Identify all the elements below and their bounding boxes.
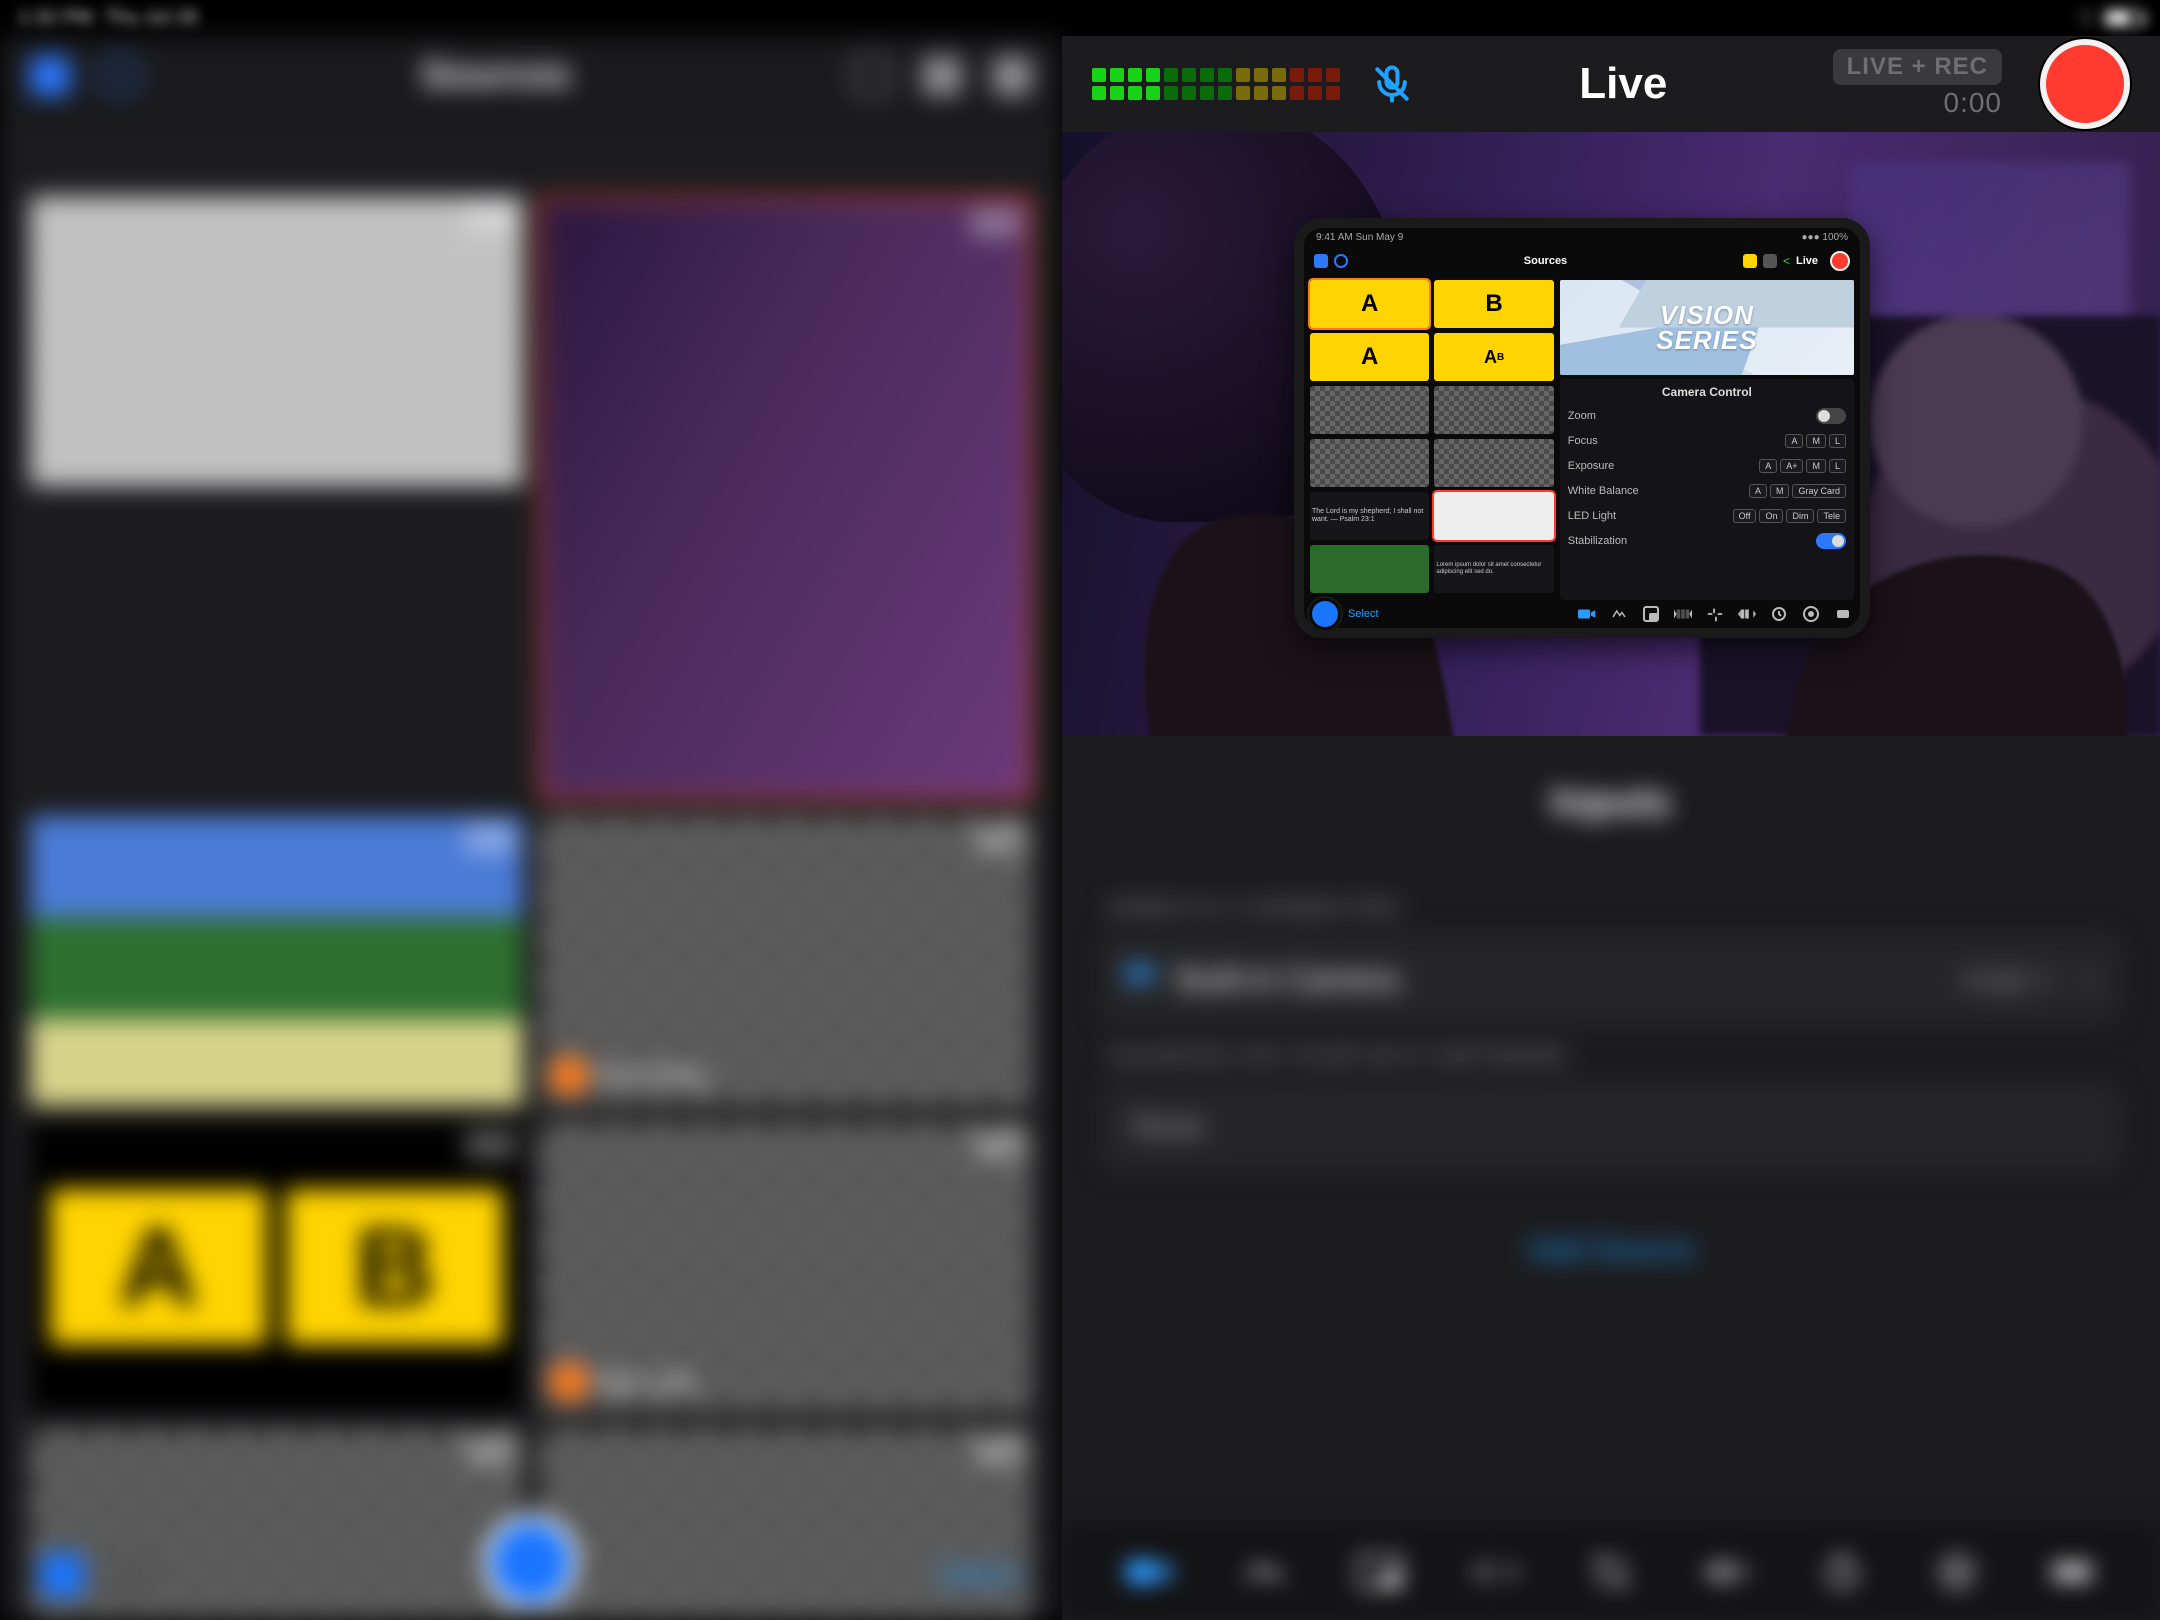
mini-fab-icon [1312, 601, 1338, 627]
tab-crop-icon[interactable] [1587, 1550, 1635, 1594]
layout-icon [1743, 254, 1757, 268]
mic-muted-icon[interactable] [1370, 62, 1414, 106]
add-source-button[interactable]: Add Source [1102, 1231, 2120, 1268]
sources-title: Sources [140, 54, 852, 97]
check-icon [1763, 254, 1777, 268]
tab-levels-icon[interactable] [1241, 1550, 1289, 1594]
check-icon[interactable] [922, 56, 962, 96]
live-rec-chip: LIVE + REC [1833, 49, 2002, 85]
ios-status-bar: 1:32 PM Thu Jul 28 􀙇 [0, 0, 2160, 36]
menu-icon[interactable] [30, 56, 70, 96]
source-thumb[interactable]: A B [30, 1122, 523, 1412]
sources-pane: Sources Pro Pres A B My Link [0, 36, 1062, 1620]
status-time: 1:32 PM [18, 7, 92, 30]
toggle [1816, 533, 1846, 549]
view-grid-icon[interactable] [40, 1553, 84, 1597]
source-thumb[interactable] [30, 196, 523, 486]
wifi-icon: 􀙇 [2079, 7, 2094, 30]
tab-transition-icon[interactable] [1472, 1550, 1520, 1594]
add-source-fab[interactable] [483, 1514, 579, 1610]
inputs-panel: Inputs DIRECTLY CONNECTED Built-in Camer… [1062, 736, 2160, 1524]
tab-pip-icon[interactable] [1356, 1550, 1404, 1594]
source-thumb[interactable] [539, 196, 1032, 800]
live-title: Live [1444, 59, 1803, 109]
source-thumb[interactable] [30, 816, 523, 1106]
camera-icon [1126, 963, 1158, 995]
audio-vu-meter [1092, 68, 1340, 100]
live-pane: Live LIVE + REC 0:00 9:41 AM Sun May 9 ●… [1062, 36, 2160, 1620]
control-tabbar [1062, 1524, 2160, 1620]
tab-display-icon[interactable] [2048, 1550, 2096, 1594]
toggle [1816, 408, 1846, 424]
status-date: Thu Jul 28 [104, 7, 197, 30]
ipad-in-preview: 9:41 AM Sun May 9 ●●● 100% Sources < Liv… [1294, 218, 1870, 638]
section-local: DIRECTLY CONNECTED [1108, 895, 2114, 923]
inputs-title: Inputs [1102, 780, 2120, 825]
view-list-icon[interactable] [108, 1553, 152, 1597]
live-preview: 9:41 AM Sun May 9 ●●● 100% Sources < Liv… [1062, 132, 2160, 736]
camera-icon [1578, 606, 1596, 622]
select-button[interactable]: Select [939, 1558, 1022, 1592]
share-icon[interactable] [992, 56, 1032, 96]
tab-camera-icon[interactable] [1126, 1550, 1174, 1594]
tab-target-icon[interactable] [1933, 1550, 1981, 1594]
source-thumb[interactable]: Pro Pres [539, 816, 1032, 1106]
layout-icon[interactable] [852, 56, 892, 96]
menu-icon [1314, 254, 1328, 268]
none-row: None [1102, 1083, 2120, 1171]
tab-timer-icon[interactable] [1818, 1550, 1866, 1594]
info-icon [1334, 254, 1348, 268]
rec-timer: 0:00 [1944, 87, 2003, 119]
battery-icon [2104, 9, 2142, 27]
info-icon[interactable] [100, 56, 140, 96]
builtin-camera-row[interactable]: Built-in Camera Angle 1 › [1102, 935, 2120, 1023]
section-network: SOURCES ON YOUR WI-FI NETWORK [1108, 1043, 2114, 1071]
chevron-right-icon: › [2086, 962, 2096, 996]
tab-stretch-icon[interactable] [1702, 1550, 1750, 1594]
source-thumb[interactable]: My Link [539, 1122, 1032, 1412]
mini-record-icon [1830, 251, 1850, 271]
record-button[interactable] [2040, 39, 2130, 129]
